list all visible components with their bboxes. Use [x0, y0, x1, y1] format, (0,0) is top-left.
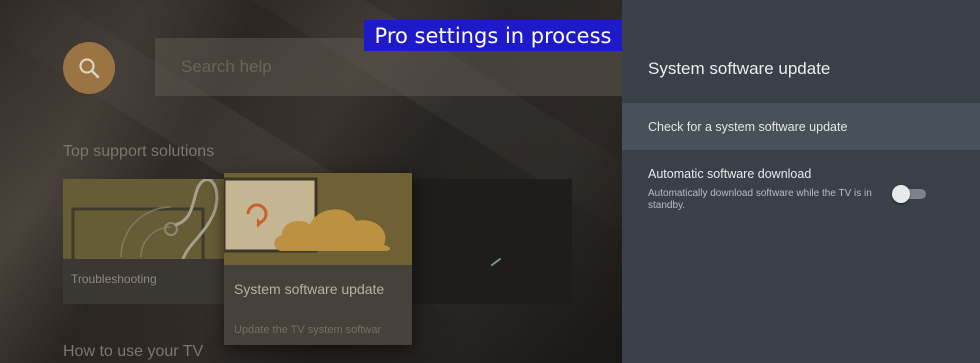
sync-cloud-icon: [224, 173, 412, 265]
settings-panel-header: System software update: [622, 0, 980, 102]
card-system-software-update[interactable]: System software update Update the TV sys…: [224, 173, 412, 345]
panel-title: System software update: [648, 59, 831, 78]
toggle-thumb: [892, 185, 910, 203]
help-app-background: Search help Top support solutions Troubl…: [0, 0, 622, 363]
search-icon: [79, 58, 100, 79]
auto-download-label: Automatic software download: [648, 167, 812, 181]
overlay-status-banner: Pro settings in process: [364, 20, 622, 51]
card-label: Troubleshooting: [71, 272, 157, 286]
search-placeholder: Search help: [181, 57, 272, 76]
card-title: System software update: [234, 281, 385, 297]
feather-icon: [412, 179, 572, 304]
section-title-top-solutions: Top support solutions: [63, 143, 215, 160]
check-update-menu-item[interactable]: Check for a system software update: [622, 103, 980, 150]
card-troubleshooting[interactable]: Troubleshooting: [63, 179, 228, 304]
settings-panel: System software update Check for a syste…: [622, 0, 980, 363]
section-title-how-to-use: How to use your TV: [63, 343, 204, 360]
auto-download-toggle[interactable]: [892, 185, 926, 203]
card-subtitle: Update the TV system softwar: [234, 324, 382, 336]
auto-download-setting-row[interactable]: Automatic software download Automaticall…: [622, 163, 980, 223]
search-button[interactable]: [63, 42, 115, 94]
stethoscope-icon: [63, 179, 228, 259]
card-feather[interactable]: [412, 179, 572, 304]
auto-download-description: Automatically download software while th…: [648, 188, 872, 211]
